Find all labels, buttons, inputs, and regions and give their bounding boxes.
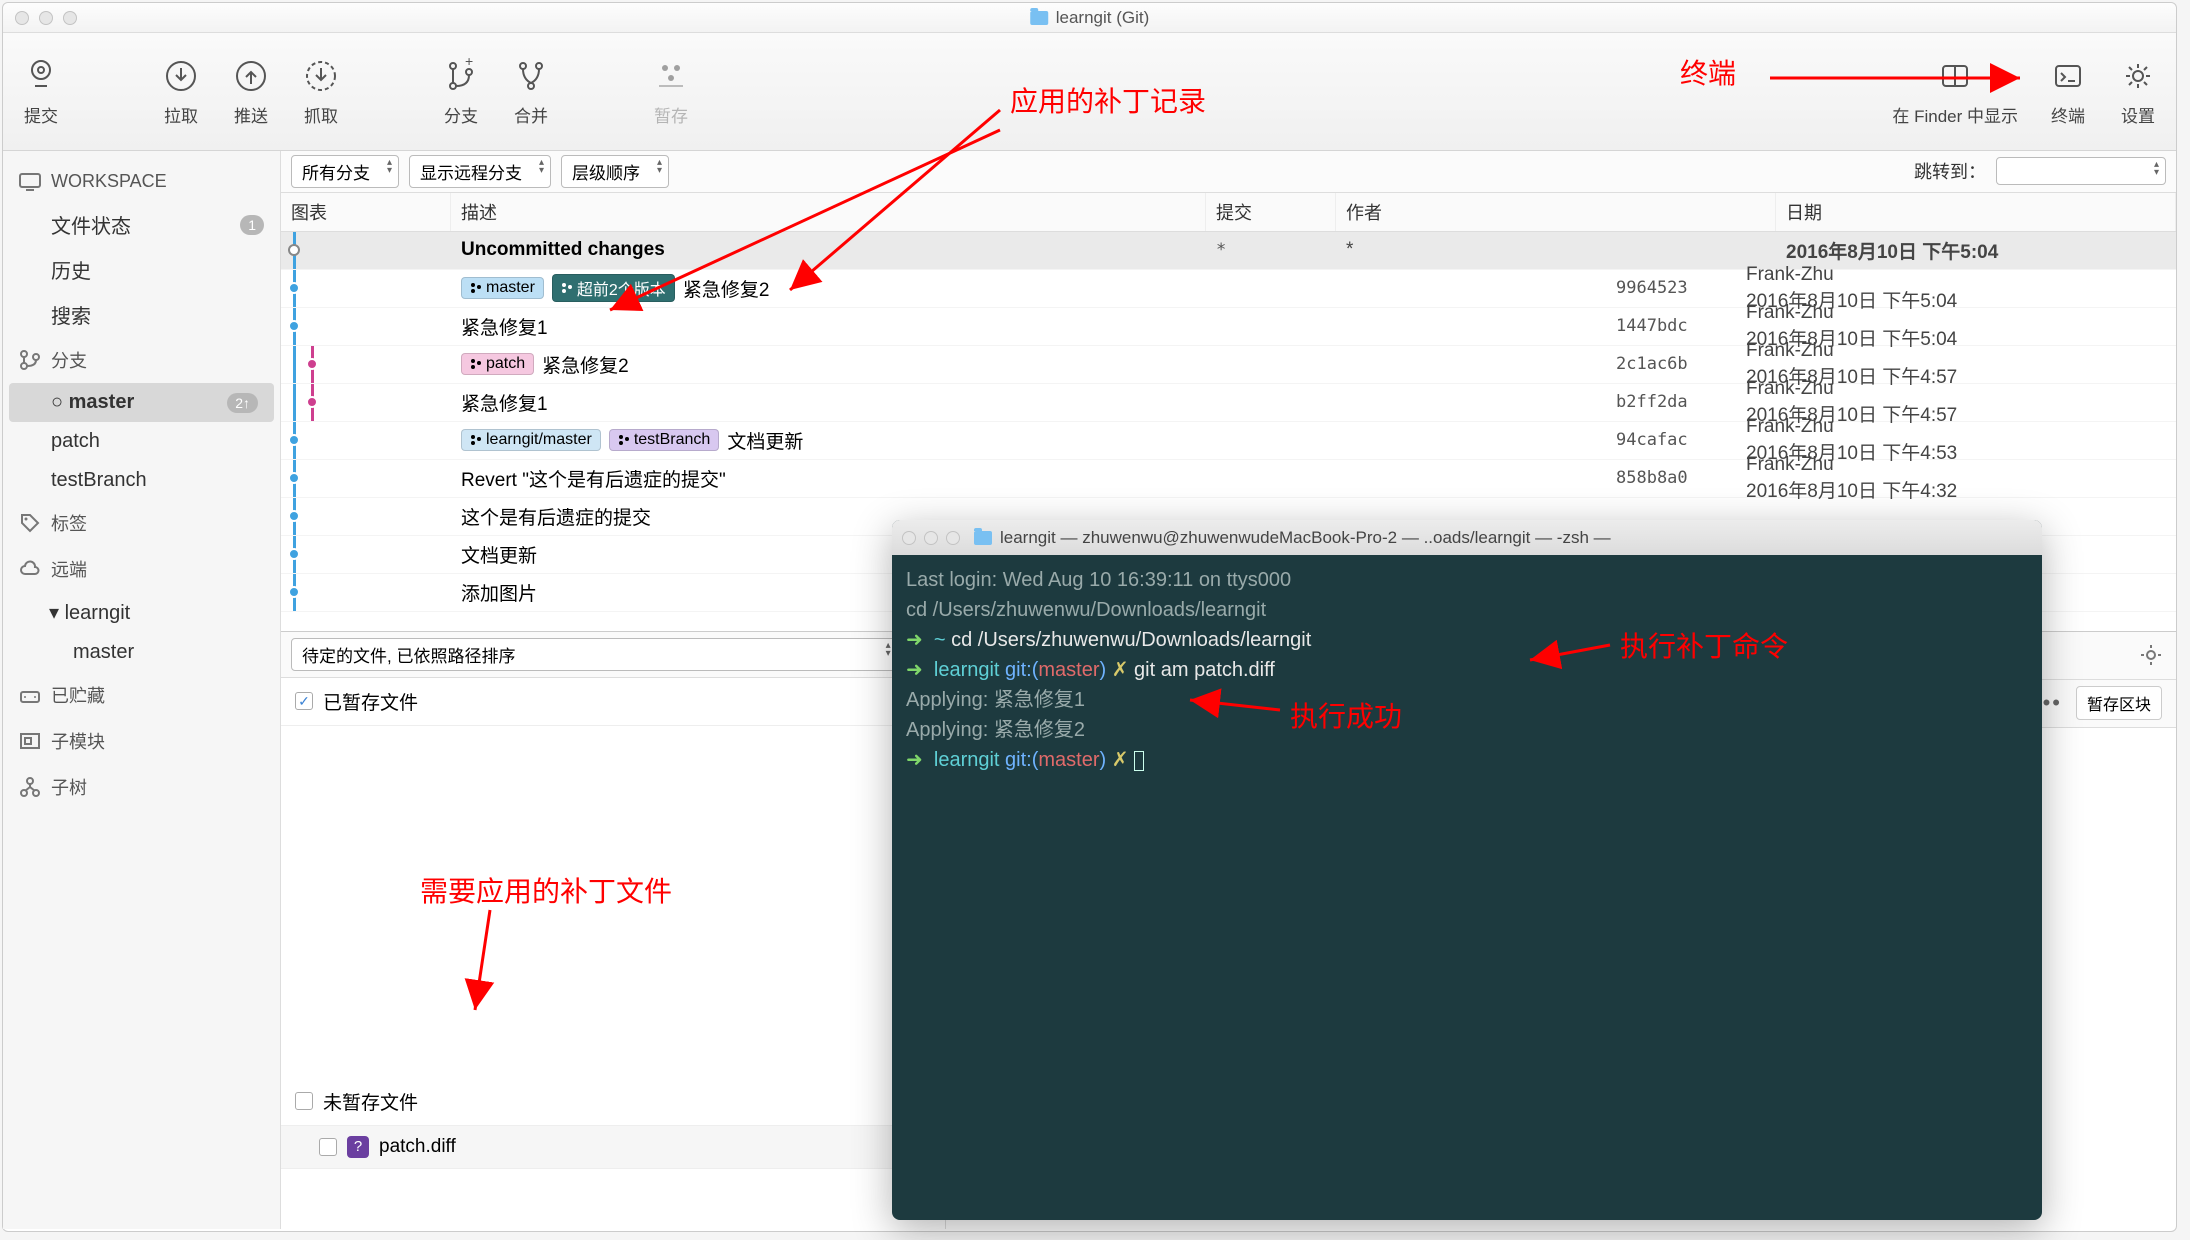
monitor-icon xyxy=(19,173,41,191)
sidebar-tags-header[interactable]: 标签 xyxy=(3,500,280,546)
term-close-icon[interactable] xyxy=(902,531,916,545)
terminal-body[interactable]: Last login: Wed Aug 10 16:39:11 on ttys0… xyxy=(892,555,2042,785)
remote-learngit[interactable]: ▾ learngit xyxy=(3,592,280,633)
file-checkbox[interactable] xyxy=(319,1138,337,1156)
tag-icon xyxy=(19,512,41,534)
staged-section[interactable]: 已暂存文件 xyxy=(281,678,945,726)
branch-item[interactable]: testBranch xyxy=(3,461,280,500)
commit-row[interactable]: Revert "这个是有后遗症的提交"858b8a0Frank-Zhu 2016… xyxy=(281,460,2176,498)
pending-sort[interactable]: 待定的文件, 已依照路径排序▴▾ xyxy=(291,638,898,671)
branch-tag[interactable]: patch xyxy=(461,353,534,375)
gear-icon[interactable] xyxy=(2140,644,2162,666)
folder-icon xyxy=(974,531,992,545)
remote-master[interactable]: master xyxy=(3,633,280,672)
traffic-lights[interactable] xyxy=(15,11,77,25)
push-icon xyxy=(231,56,271,96)
branch-filter[interactable]: 所有分支▴▾ xyxy=(291,155,399,188)
commit-icon xyxy=(21,56,61,96)
pull-button[interactable]: 拉取 xyxy=(161,56,201,127)
close-icon[interactable] xyxy=(15,11,29,25)
sidebar-subtrees-header[interactable]: 子树 xyxy=(3,764,280,810)
sidebar: WORKSPACE 文件状态1历史搜索 分支 ○ master2↑patchte… xyxy=(3,151,281,1229)
sidebar-branches-header[interactable]: 分支 xyxy=(3,337,280,383)
cloud-icon xyxy=(19,560,41,578)
sidebar-stashes-header[interactable]: 已贮藏 xyxy=(3,672,280,718)
sidebar-workspace-header: WORKSPACE xyxy=(3,161,280,202)
filter-bar: 所有分支▴▾ 显示远程分支▴▾ 层级顺序▴▾ 跳转到： ▴▾ xyxy=(281,151,2176,193)
col-graph[interactable]: 图表 xyxy=(281,193,451,231)
merge-button[interactable]: 合并 xyxy=(511,56,551,127)
file-name: patch.diff xyxy=(379,1136,456,1158)
commit-button[interactable]: 提交 xyxy=(21,56,61,127)
sidebar-submodules-header[interactable]: 子模块 xyxy=(3,718,280,764)
branch-tag[interactable]: learngit/master xyxy=(461,429,601,451)
col-author[interactable]: 作者 xyxy=(1336,193,1776,231)
terminal-button[interactable]: 终端 xyxy=(2048,56,2088,127)
folder-icon xyxy=(1030,11,1048,25)
submodule-icon xyxy=(19,732,41,750)
jump-label: 跳转到： xyxy=(1914,158,1986,184)
terminal-window[interactable]: learngit — zhuwenwu@zhuwenwudeMacBook-Pr… xyxy=(892,520,2042,1220)
grid-header: 图表 描述 提交 作者 日期 xyxy=(281,193,2176,232)
window-title-text: learngit (Git) xyxy=(1056,8,1150,28)
col-commit[interactable]: 提交 xyxy=(1206,193,1336,231)
settings-button[interactable]: 设置 xyxy=(2118,56,2158,127)
titlebar: learngit (Git) xyxy=(3,3,2176,33)
fetch-button[interactable]: 抓取 xyxy=(301,56,341,127)
branch-item[interactable]: patch xyxy=(3,422,280,461)
sidebar-item[interactable]: 搜索 xyxy=(3,292,280,337)
stage-pane: 待定的文件, 已依照路径排序▴▾ ≡ 已暂存文件 未暂存文件 ? xyxy=(281,632,946,1229)
svg-text:+: + xyxy=(465,58,473,69)
push-button[interactable]: 推送 xyxy=(231,56,271,127)
stash-icon xyxy=(19,686,41,704)
question-icon: ? xyxy=(347,1136,369,1158)
terminal-icon xyxy=(2048,56,2088,96)
branch-item[interactable]: ○ master2↑ xyxy=(9,383,274,422)
sidebar-item[interactable]: 历史 xyxy=(3,247,280,292)
stash-button[interactable]: 暂存 xyxy=(651,56,691,127)
unstaged-checkbox[interactable] xyxy=(295,1092,313,1110)
branch-icon xyxy=(19,349,41,371)
branch-icon: + xyxy=(441,56,481,96)
branch-tag[interactable]: master xyxy=(461,277,544,299)
window-title: learngit (Git) xyxy=(1030,8,1150,28)
merge-icon xyxy=(511,56,551,96)
maximize-icon[interactable] xyxy=(63,11,77,25)
minimize-icon[interactable] xyxy=(39,11,53,25)
term-max-icon[interactable] xyxy=(946,531,960,545)
staged-checkbox[interactable] xyxy=(295,692,313,710)
finder-button[interactable]: 在 Finder 中显示 xyxy=(1892,56,2018,127)
finder-icon xyxy=(1935,56,1975,96)
sidebar-item[interactable]: 文件状态1 xyxy=(3,202,280,247)
col-desc[interactable]: 描述 xyxy=(451,193,1206,231)
order-filter[interactable]: 层级顺序▴▾ xyxy=(561,155,669,188)
pull-icon xyxy=(161,56,201,96)
terminal-title: learngit — zhuwenwu@zhuwenwudeMacBook-Pr… xyxy=(1000,528,1611,548)
branch-button[interactable]: +分支 xyxy=(441,56,481,127)
fetch-icon xyxy=(301,56,341,96)
branch-tag[interactable]: testBranch xyxy=(609,429,719,451)
branch-tag[interactable]: 超前2个版本 xyxy=(552,274,675,302)
remote-filter[interactable]: 显示远程分支▴▾ xyxy=(409,155,551,188)
unstaged-section[interactable]: 未暂存文件 xyxy=(281,1078,945,1126)
term-min-icon[interactable] xyxy=(924,531,938,545)
toolbar: 提交 拉取推送抓取 +分支合并 暂存 在 Finder 中显示终端设置 xyxy=(3,33,2176,151)
sidebar-remotes-header[interactable]: 远端 xyxy=(3,546,280,592)
col-date[interactable]: 日期 xyxy=(1776,193,2176,231)
jump-select[interactable]: ▴▾ xyxy=(1996,157,2166,185)
stage-hunk-button[interactable]: 暂存区块 xyxy=(2076,686,2162,720)
settings-icon xyxy=(2118,56,2158,96)
subtree-icon xyxy=(19,776,41,798)
unstaged-file[interactable]: ? patch.diff xyxy=(281,1126,945,1169)
stash-icon xyxy=(651,56,691,96)
terminal-titlebar[interactable]: learngit — zhuwenwu@zhuwenwudeMacBook-Pr… xyxy=(892,520,2042,555)
